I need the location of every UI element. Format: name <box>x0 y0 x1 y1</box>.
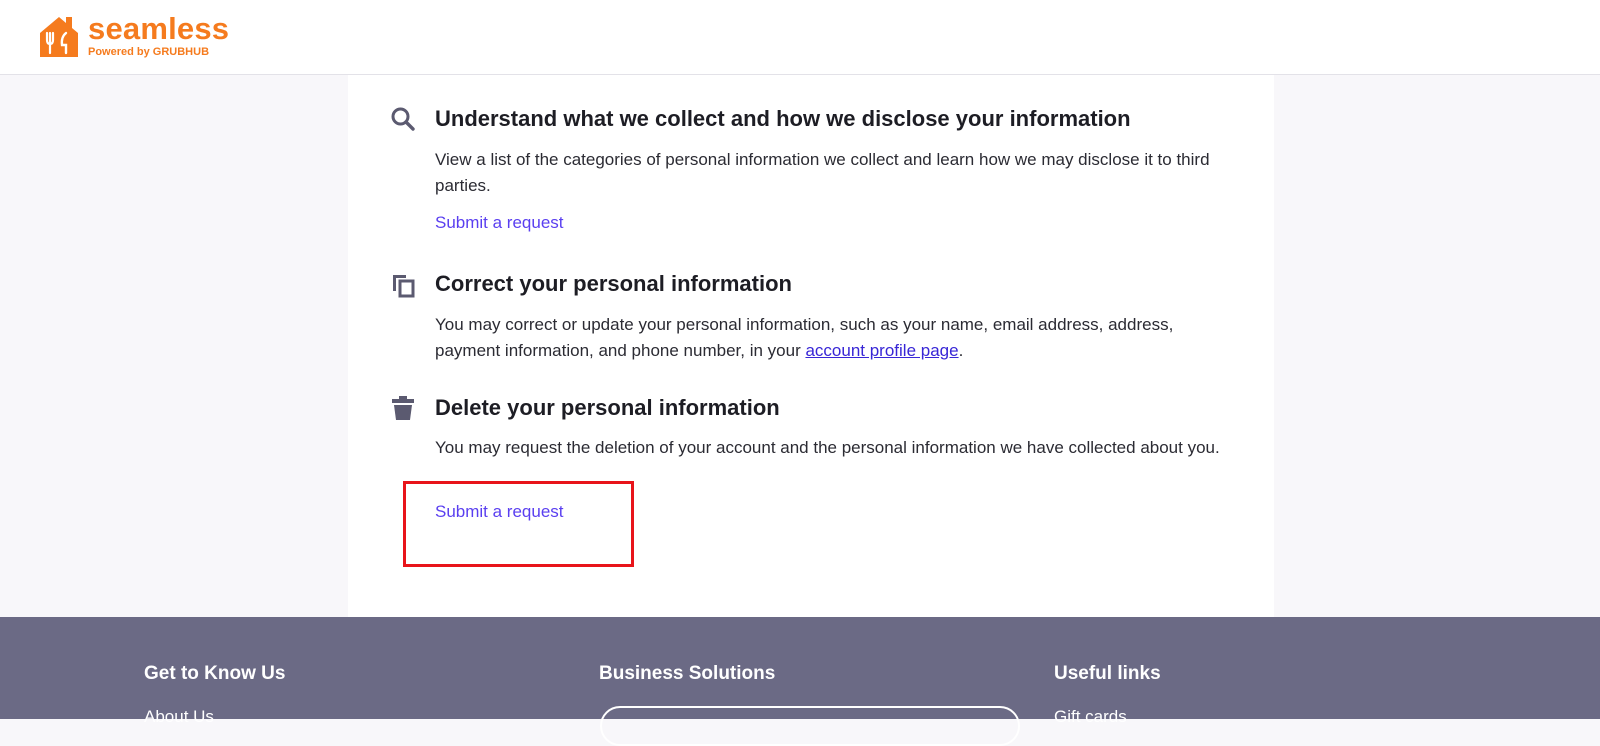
top-navigation-bar: seamless Powered by GRUBHUB <box>0 0 1600 75</box>
section-description: You may request the deletion of your acc… <box>435 438 1220 457</box>
seamless-logo[interactable]: seamless Powered by GRUBHUB <box>36 13 229 59</box>
privacy-requests-panel: Understand what we collect and how we di… <box>348 75 1274 617</box>
footer-link-about-us[interactable]: About Us <box>144 707 214 727</box>
section-title: Delete your personal information <box>435 395 780 420</box>
search-icon <box>391 107 415 131</box>
logo-wordmark: seamless <box>88 11 230 46</box>
section-description: You may correct or update your personal … <box>435 315 1174 360</box>
footer-column-useful-links: Useful links <box>1054 663 1161 685</box>
footer-heading: Get to Know Us <box>144 663 286 684</box>
section-title: Understand what we collect and how we di… <box>435 106 1131 131</box>
site-footer: Get to Know Us About Us Business Solutio… <box>0 617 1600 746</box>
logo-tagline: Powered by GRUBHUB <box>88 46 210 58</box>
section-title: Correct your personal information <box>435 271 792 296</box>
footer-heading: Useful links <box>1054 663 1161 684</box>
submit-request-link-delete[interactable]: Submit a request <box>435 502 564 522</box>
footer-column-get-to-know-us: Get to Know Us <box>144 663 285 685</box>
business-solutions-button[interactable] <box>600 706 1020 746</box>
section-description: View a list of the categories of persona… <box>435 150 1210 195</box>
footer-link-gift-cards[interactable]: Gift cards <box>1054 707 1127 727</box>
account-profile-page-link[interactable]: account profile page <box>805 341 958 360</box>
footer-heading: Business Solutions <box>599 663 776 684</box>
seamless-house-icon <box>40 17 78 57</box>
trash-icon <box>392 396 414 420</box>
copy-icon <box>393 275 415 298</box>
submit-request-link-understand[interactable]: Submit a request <box>435 213 564 233</box>
footer-column-business-solutions: Business Solutions <box>599 663 775 685</box>
